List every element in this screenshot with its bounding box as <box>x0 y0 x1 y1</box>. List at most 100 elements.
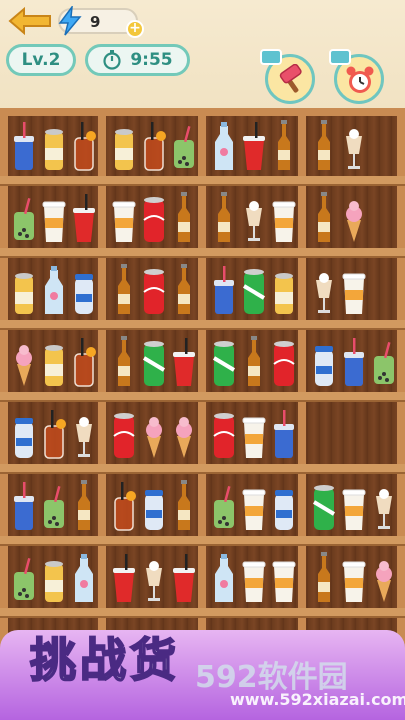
coffee-cup-item[interactable] <box>340 478 368 532</box>
red-cup-item[interactable] <box>70 190 98 244</box>
coffee-cup-item[interactable] <box>270 550 298 604</box>
beer-bottle-item[interactable] <box>170 262 198 316</box>
beer-bottle-item[interactable] <box>240 334 268 388</box>
cola-can-item[interactable] <box>270 334 298 388</box>
juice-can-item[interactable] <box>10 262 38 316</box>
alarm-clock-powerup-button[interactable] <box>329 49 384 104</box>
milk-bottle-item[interactable] <box>210 550 238 604</box>
green-can-item[interactable] <box>210 334 238 388</box>
latte-glass-item[interactable] <box>340 118 368 172</box>
beer-bottle-item[interactable] <box>110 334 138 388</box>
cola-can-item[interactable] <box>210 406 238 460</box>
beer-bottle-item[interactable] <box>310 550 338 604</box>
beer-bottle-item[interactable] <box>170 190 198 244</box>
soda-cup-blue-item[interactable] <box>10 118 38 172</box>
red-cup-item[interactable] <box>240 118 268 172</box>
shelf-plank <box>0 176 405 186</box>
back-arrow-icon[interactable] <box>6 6 54 36</box>
matcha-cup-item[interactable] <box>170 118 198 172</box>
coffee-cup-item[interactable] <box>340 550 368 604</box>
milk-jar-item[interactable] <box>70 262 98 316</box>
red-cup-item[interactable] <box>170 550 198 604</box>
green-can-item[interactable] <box>310 478 338 532</box>
matcha-cup-item[interactable] <box>10 550 38 604</box>
green-can-item[interactable] <box>140 334 168 388</box>
coffee-cup-item[interactable] <box>110 190 138 244</box>
milk-bottle-item[interactable] <box>210 118 238 172</box>
juice-can-item[interactable] <box>40 550 68 604</box>
milk-bottle-item[interactable] <box>40 262 68 316</box>
cola-can-item[interactable] <box>110 406 138 460</box>
coffee-cup-item[interactable] <box>270 190 298 244</box>
milk-jar-item[interactable] <box>10 406 38 460</box>
milk-jar-item[interactable] <box>270 478 298 532</box>
energy-counter: 9 + <box>58 4 144 38</box>
matcha-cup-item[interactable] <box>210 478 238 532</box>
juice-can-item[interactable] <box>40 118 68 172</box>
beer-bottle-item[interactable] <box>170 478 198 532</box>
soda-cup-blue-item[interactable] <box>10 478 38 532</box>
beer-bottle-item[interactable] <box>310 190 338 244</box>
beer-bottle-item[interactable] <box>70 478 98 532</box>
orange-jar-item[interactable] <box>40 406 68 460</box>
orange-jar-item[interactable] <box>70 118 98 172</box>
latte-glass-item[interactable] <box>310 262 338 316</box>
coffee-cup-item[interactable] <box>240 406 268 460</box>
shelf-plank <box>0 320 405 330</box>
beer-bottle-item[interactable] <box>270 118 298 172</box>
hammer-powerup-button[interactable] <box>260 49 315 104</box>
level-badge: Lv.2 <box>6 44 76 76</box>
banner-title: 挑战货 <box>29 632 180 688</box>
orange-jar-item[interactable] <box>70 334 98 388</box>
icecream-cone-item[interactable] <box>170 406 198 460</box>
green-can-item[interactable] <box>240 262 268 316</box>
add-energy-button[interactable]: + <box>126 20 144 38</box>
latte-glass-item[interactable] <box>140 550 168 604</box>
orange-jar-item[interactable] <box>140 118 168 172</box>
hammer-icon <box>279 64 302 93</box>
icecream-cone-item[interactable] <box>10 334 38 388</box>
milk-bottle-item[interactable] <box>70 550 98 604</box>
shelf-plank <box>0 536 405 546</box>
latte-glass-item[interactable] <box>70 406 98 460</box>
icecream-cone-item[interactable] <box>140 406 168 460</box>
matcha-cup-item[interactable] <box>10 190 38 244</box>
latte-glass-item[interactable] <box>370 478 398 532</box>
icecream-cone-item[interactable] <box>340 190 368 244</box>
coffee-cup-item[interactable] <box>40 190 68 244</box>
shelf-plank <box>0 464 405 474</box>
coffee-cup-item[interactable] <box>240 478 268 532</box>
orange-jar-item[interactable] <box>110 478 138 532</box>
timer-badge: 9:55 <box>85 44 190 76</box>
matcha-cup-item[interactable] <box>370 334 398 388</box>
juice-can-item[interactable] <box>40 334 68 388</box>
cola-can-item[interactable] <box>140 262 168 316</box>
coffee-cup-item[interactable] <box>340 262 368 316</box>
shelf-plank <box>0 248 405 258</box>
matcha-cup-item[interactable] <box>40 478 68 532</box>
juice-can-item[interactable] <box>110 118 138 172</box>
juice-can-item[interactable] <box>270 262 298 316</box>
beer-bottle-item[interactable] <box>210 190 238 244</box>
coffee-cup-item[interactable] <box>240 550 268 604</box>
timer-value: 9:55 <box>130 50 173 70</box>
red-cup-item[interactable] <box>170 334 198 388</box>
beer-bottle-item[interactable] <box>110 262 138 316</box>
milk-jar-item[interactable] <box>310 334 338 388</box>
stopwatch-icon <box>102 50 122 70</box>
video-ad-icon <box>329 49 351 65</box>
soda-cup-blue-item[interactable] <box>340 334 368 388</box>
top-hud: 9 + Lv.2 9:55 <box>0 0 405 110</box>
video-ad-icon <box>260 49 282 65</box>
latte-glass-item[interactable] <box>240 190 268 244</box>
cola-can-item[interactable] <box>140 190 168 244</box>
beer-bottle-item[interactable] <box>310 118 338 172</box>
energy-count: 9 <box>90 13 101 31</box>
red-cup-item[interactable] <box>110 550 138 604</box>
soda-cup-blue-item[interactable] <box>270 406 298 460</box>
icecream-cone-item[interactable] <box>370 550 398 604</box>
milk-jar-item[interactable] <box>140 478 168 532</box>
soda-cup-blue-item[interactable] <box>210 262 238 316</box>
shelf-plank <box>0 392 405 402</box>
watermark-url: www.592xiazai.com <box>230 690 405 709</box>
